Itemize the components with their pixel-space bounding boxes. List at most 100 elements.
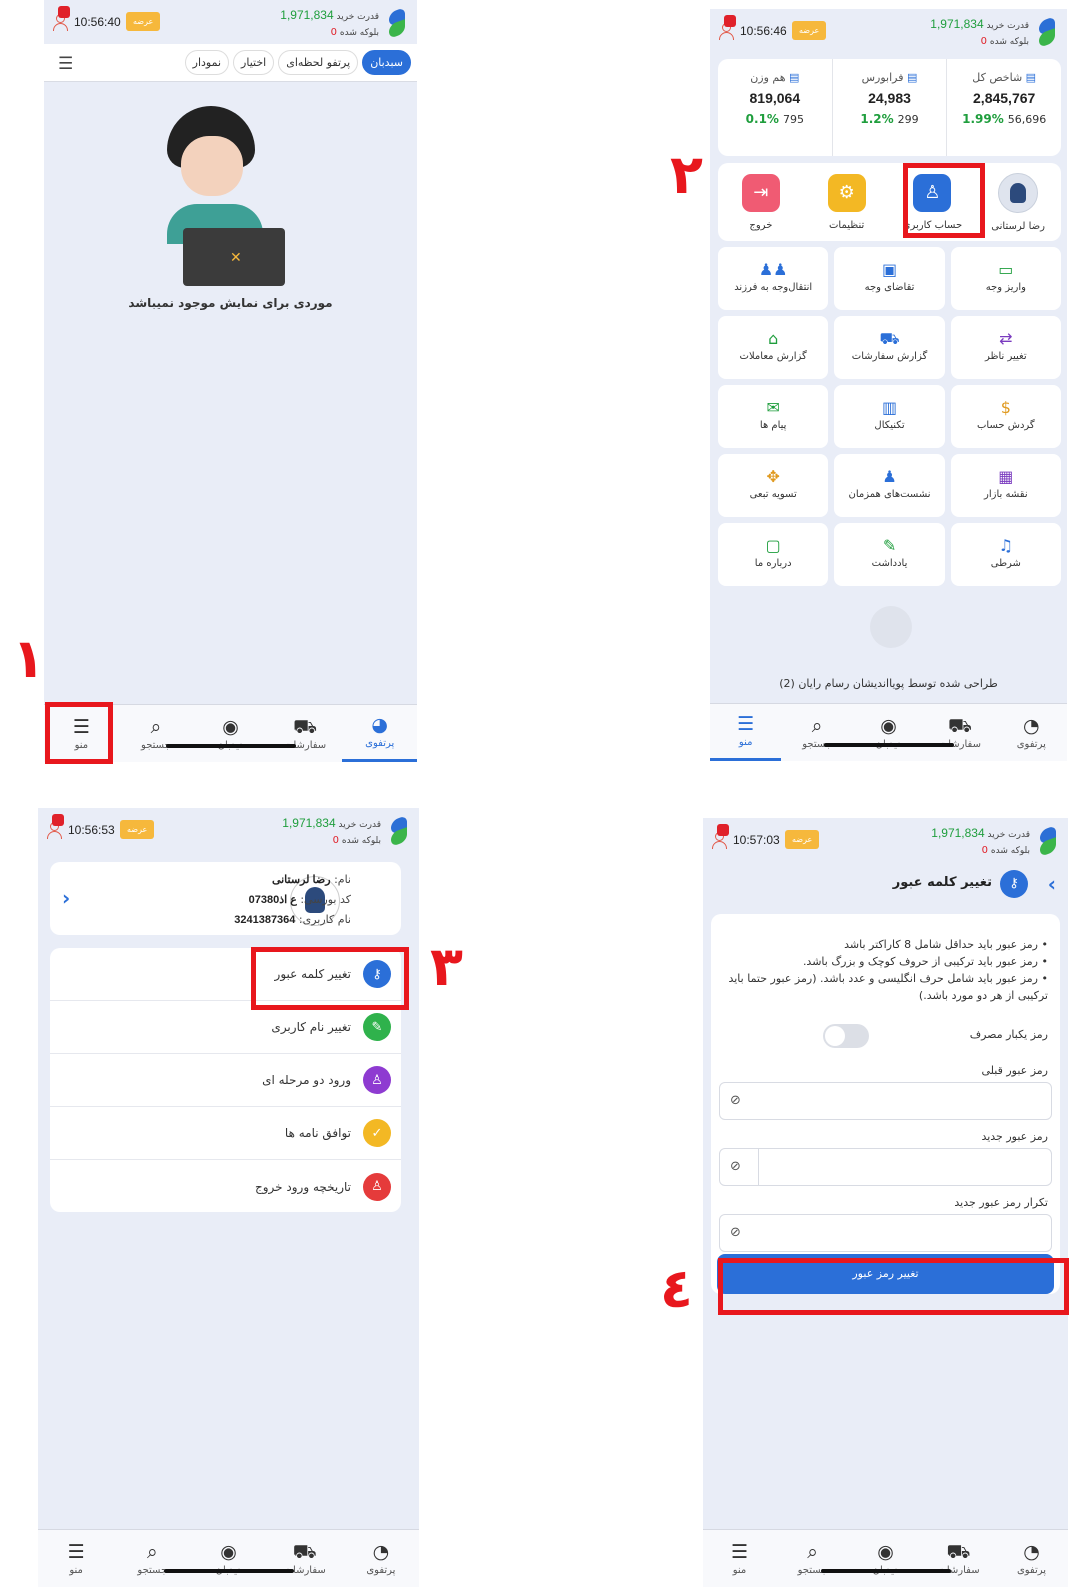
- nav-search[interactable]: ⌕ جستجو: [119, 705, 194, 762]
- eye-off-icon[interactable]: ⊘: [730, 1225, 741, 1240]
- search-icon: ⌕: [150, 715, 162, 738]
- menu-icon: ☰: [67, 1540, 85, 1563]
- dollar-icon: $: [1000, 397, 1011, 417]
- eye-icon: ◉: [880, 714, 897, 737]
- eye-off-icon[interactable]: ⊘: [730, 1159, 741, 1174]
- nav-menu[interactable]: ☰ منو: [38, 1530, 114, 1587]
- grid-messages[interactable]: ✉ پیام ها: [718, 385, 829, 448]
- grid-deposit[interactable]: ▭ واریز وجه: [950, 247, 1061, 310]
- buying-power: قدرت خرید 1,971,834 بلوکه شده 0: [282, 816, 381, 846]
- tab-live-portfolio[interactable]: پرتفو لحظه‌ای: [278, 50, 359, 75]
- index-farabourse[interactable]: ▤ فرابورس 24,983 1.2% 299: [831, 59, 947, 156]
- nav-portfolio[interactable]: ◔ پرتفوی: [996, 704, 1067, 761]
- cart-icon: ⛟: [292, 1540, 317, 1563]
- one-time-password-row: رمز یکبار مصرف: [723, 1024, 1048, 1048]
- back-chevron-icon[interactable]: ›: [1048, 872, 1056, 896]
- step-number-2: ۲: [670, 143, 703, 206]
- session-badge: عرضه: [792, 21, 827, 40]
- nav-watchlist[interactable]: ◉دیدبان: [849, 1530, 922, 1587]
- grid-orders-report[interactable]: ⛟ گزارش سفارشات: [834, 316, 945, 379]
- user-profile[interactable]: رضا لرستانی: [975, 163, 1061, 241]
- grid-technical[interactable]: ▥ تکنیکال: [834, 385, 945, 448]
- eye-off-icon[interactable]: ⊘: [730, 1093, 741, 1108]
- old-password-field[interactable]: ⊘: [719, 1082, 1052, 1120]
- nav-orders[interactable]: ⛟ سفارشات: [924, 704, 995, 761]
- nav-menu[interactable]: ☰ منو: [703, 1530, 776, 1587]
- password-rules: رمز عبور باید حداقل شامل 8 کاراکتر باشد …: [723, 936, 1048, 1004]
- menu-login-history[interactable]: ♙ تاریخچه ورود خروج: [50, 1160, 401, 1213]
- buying-power: قدرت خرید 1,971,834 بلوکه شده 0: [931, 826, 1030, 856]
- notification-dot: [58, 6, 70, 18]
- nav-orders[interactable]: ⛟ سفارشات: [267, 1530, 343, 1587]
- grid-about[interactable]: ▢ درباره ما: [718, 523, 829, 586]
- home-indicator: [163, 1569, 294, 1573]
- market-indices: ▤ شاخص کل 2,845,767 1.99% 56,696 ▤ فرابور…: [718, 59, 1061, 156]
- buying-power: قدرت خرید 1,971,834 بلوکه شده 0: [280, 8, 379, 38]
- user-clock-icon: ♙: [363, 1172, 391, 1201]
- nav-watchlist[interactable]: ◉دیدبان: [190, 1530, 266, 1587]
- nav-orders[interactable]: ⛟ سفارشات: [268, 705, 343, 762]
- screen-change-password: 10:57:03 عرضه قدرت خرید 1,971,834 بلوکه …: [703, 818, 1068, 1587]
- highlight-change-password: [251, 947, 409, 1010]
- nav-portfolio[interactable]: ◔ پرتفوی: [995, 1530, 1068, 1587]
- profile-info: نام: رضا لرستانی کد بورسی: ع اذ07380 نام…: [234, 873, 351, 926]
- id-card-icon: ▢: [765, 535, 781, 555]
- one-time-password-toggle[interactable]: [823, 1024, 869, 1048]
- nav-watchlist[interactable]: ◉دیدبان: [853, 704, 924, 761]
- grid-settlement[interactable]: ✥ تسویه تبعی: [718, 454, 829, 517]
- grid-conditional[interactable]: ♫ شرطی: [950, 523, 1061, 586]
- notification-dot: [724, 15, 736, 27]
- pencil-icon: ✎: [882, 535, 897, 555]
- app-logo-icon: [1037, 16, 1057, 48]
- status-bar: 10:56:53 عرضه قدرت خرید 1,971,834 بلوکه …: [38, 808, 419, 852]
- index-total[interactable]: ▤ شاخص کل 2,845,767 1.99% 56,696: [946, 59, 1061, 156]
- menu-two-factor[interactable]: ♙ ورود دو مرحله ای: [50, 1054, 401, 1107]
- grid-trades-report[interactable]: ⌂ گزارش معاملات: [718, 316, 829, 379]
- grid-notes[interactable]: ✎ یادداشت: [834, 523, 945, 586]
- grid-change-supervisor[interactable]: ⇄ تغییر ناظر: [950, 316, 1061, 379]
- swap-icon: ⇄: [999, 328, 1013, 348]
- nav-watchlist[interactable]: ◉دیدبان: [193, 705, 268, 762]
- profile-card[interactable]: › نام: رضا لرستانی کد بورسی: ع اذ07380 ن…: [50, 862, 401, 935]
- clock: 10:56:46: [740, 24, 787, 38]
- tab-options[interactable]: اختیار: [233, 50, 275, 75]
- highlight-menu-nav: [45, 702, 113, 764]
- nav-orders[interactable]: ⛟ سفارشات: [922, 1530, 995, 1587]
- session-badge: عرضه: [785, 830, 820, 849]
- nav-menu[interactable]: ☰ منو: [710, 704, 782, 761]
- grid-concurrent-sessions[interactable]: ♟ نشست‌های همزمان: [834, 454, 945, 517]
- tab-basket[interactable]: سبدبان: [362, 50, 411, 75]
- bottom-nav: ◔پرتفوی ⛟سفارشات ◉دیدبان ⌕جستجو ☰منو: [38, 1529, 419, 1587]
- repeat-password-field[interactable]: ⊘: [719, 1214, 1052, 1252]
- grid-child-transfer[interactable]: ♟♟ انتقال‌وجه به فرزند: [718, 247, 829, 310]
- gear-icon: ⚙: [827, 173, 866, 212]
- user-edit-icon: ✎: [363, 1013, 391, 1041]
- nav-portfolio[interactable]: ◕ پرتفوی: [342, 705, 417, 762]
- highlight-account-button: [903, 163, 985, 238]
- grid-account-statement[interactable]: $ گردش حساب: [950, 385, 1061, 448]
- hamburger-icon[interactable]: ☰: [58, 54, 73, 74]
- tab-chart[interactable]: نمودار: [184, 50, 230, 75]
- logout-icon: ⇥: [741, 173, 780, 212]
- grid-market-map[interactable]: ▦ نقشه بازار: [950, 454, 1061, 517]
- nav-search[interactable]: ⌕ جستجو: [781, 704, 852, 761]
- nav-search[interactable]: ⌕ جستجو: [114, 1530, 190, 1587]
- new-password-field[interactable]: ⊘: [719, 1148, 1052, 1186]
- highlight-submit-button: [718, 1258, 1069, 1315]
- search-icon: ⌕: [811, 714, 823, 737]
- bottom-nav: ◔پرتفوی ⛟سفارشات ◉دیدبان ⌕جستجو ☰منو: [703, 1529, 1068, 1587]
- screen-portfolio: 10:56:40 عرضه قدرت خرید 1,971,834 بلوکه …: [44, 0, 417, 762]
- settings-button[interactable]: ⚙ تنظیمات: [804, 163, 890, 241]
- eye-icon: ◉: [877, 1540, 894, 1563]
- nav-search[interactable]: ⌕ جستجو: [776, 1530, 849, 1587]
- logout-button[interactable]: ⇥ خروج: [718, 163, 804, 241]
- brand-watermark-icon: [870, 606, 912, 648]
- basket-icon: ⌂: [768, 328, 779, 348]
- grid-withdraw-request[interactable]: ▣ تقاضای وجه: [834, 247, 945, 310]
- menu-agreements[interactable]: ✓ توافق نامه ها: [50, 1107, 401, 1160]
- nav-portfolio[interactable]: ◔ پرتفوی: [343, 1530, 419, 1587]
- shield-icon: ✓: [363, 1119, 391, 1147]
- chevron-right-icon[interactable]: ›: [62, 886, 70, 910]
- index-equal-weight[interactable]: ▤ هم وزن 819,064 0.1% 795: [718, 59, 832, 156]
- clock: 10:57:03: [733, 833, 780, 847]
